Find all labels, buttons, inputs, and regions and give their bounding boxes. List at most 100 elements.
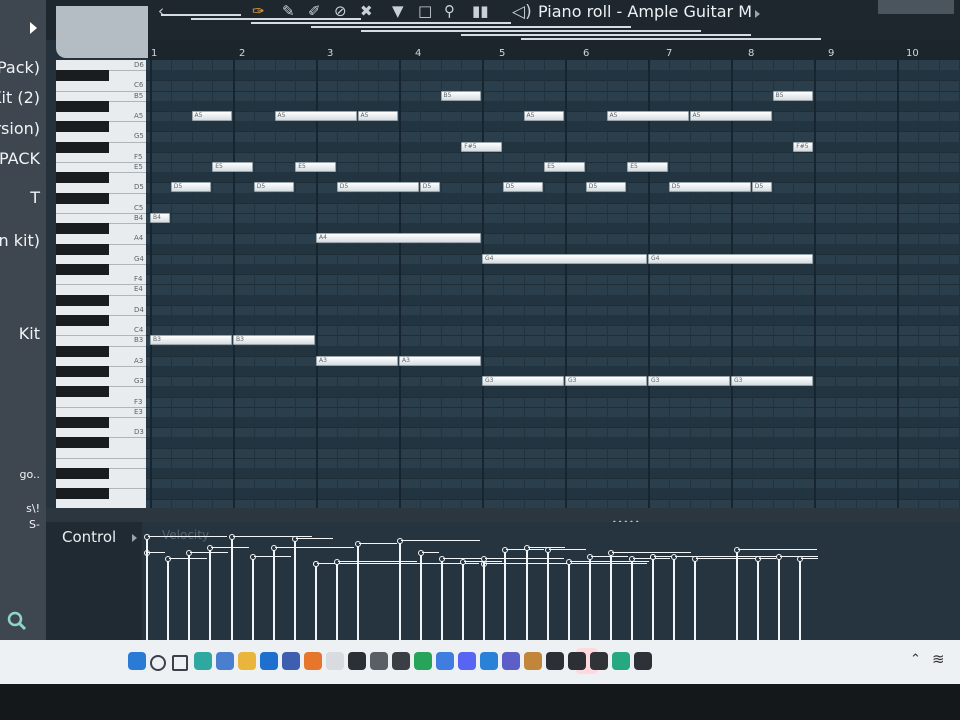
velocity-handle[interactable]: [755, 556, 762, 563]
media-player-icon[interactable]: [326, 652, 344, 670]
sidebar-item[interactable]: rsion): [0, 119, 40, 138]
velocity-handle[interactable]: [502, 547, 509, 554]
app-green-icon[interactable]: [612, 652, 630, 670]
sidebar-expand-arrow-icon[interactable]: [30, 22, 37, 34]
midi-note[interactable]: D5: [585, 182, 627, 193]
velocity-handle[interactable]: [334, 558, 341, 565]
midi-note[interactable]: D5: [668, 182, 751, 193]
firefox-icon[interactable]: [304, 652, 322, 670]
piano-keyboard[interactable]: D6 C6 B5 A5 G5 F5 E5 D5 C5 B4 A4 G4 F4 E4 D4 C4 B3 A3 G3 F3…: [56, 60, 146, 510]
velocity-handle[interactable]: [586, 554, 593, 561]
velocity-stem[interactable]: [165, 556, 207, 640]
b-app-icon[interactable]: [282, 652, 300, 670]
velocity-stem[interactable]: [607, 549, 691, 640]
midi-note[interactable]: A5: [523, 111, 564, 121]
sidebar-item[interactable]: n kit): [0, 231, 40, 250]
velocity-stem[interactable]: [502, 547, 544, 640]
google-drive-icon[interactable]: [414, 652, 432, 670]
velocity-stem[interactable]: [671, 554, 755, 640]
midi-note[interactable]: A5: [191, 111, 232, 121]
velocity-handle[interactable]: [313, 560, 319, 567]
midi-note[interactable]: G4: [648, 253, 813, 264]
file-explorer-icon[interactable]: [238, 652, 256, 670]
tool-corner-panel[interactable]: [56, 6, 148, 58]
wifi-icon[interactable]: ≋: [932, 650, 945, 668]
velocity-stem[interactable]: [355, 540, 397, 640]
midi-note[interactable]: E5: [212, 162, 253, 172]
midi-note[interactable]: B3: [233, 335, 315, 346]
sidebar-item[interactable]: Pack): [0, 58, 40, 77]
store-icon[interactable]: [216, 652, 234, 670]
velocity-handle[interactable]: [186, 549, 193, 556]
midi-note[interactable]: A5: [606, 111, 689, 121]
velocity-stem[interactable]: [692, 556, 776, 640]
sidebar-item[interactable]: go..: [19, 468, 40, 481]
velocity-handle[interactable]: [460, 558, 467, 565]
capcut-icon[interactable]: [392, 652, 410, 670]
zoom-icon[interactable]: [6, 610, 28, 632]
epic-games-icon[interactable]: [546, 652, 564, 670]
midi-note[interactable]: F#5: [461, 141, 502, 152]
sidebar-item[interactable]: Kit: [19, 324, 40, 343]
velocity-handle[interactable]: [776, 554, 783, 561]
midi-note[interactable]: D5: [170, 182, 212, 193]
velocity-stem[interactable]: [417, 549, 439, 640]
upload-icon[interactable]: [436, 652, 454, 670]
velocity-handle[interactable]: [144, 533, 151, 540]
velocity-handle[interactable]: [291, 536, 298, 543]
sidebar-item[interactable]: s\!: [26, 502, 40, 515]
midi-note[interactable]: G3: [482, 376, 564, 387]
velocity-stem[interactable]: [523, 545, 565, 640]
velocity-stem[interactable]: [586, 554, 629, 640]
velocity-handle[interactable]: [565, 558, 572, 565]
velocity-stem[interactable]: [797, 556, 818, 640]
velocity-handle[interactable]: [544, 547, 551, 554]
velocity-stem[interactable]: [755, 556, 776, 640]
velocity-handle[interactable]: [797, 556, 804, 563]
midi-note[interactable]: B4: [150, 213, 170, 223]
sidebar-item[interactable]: S-: [29, 518, 40, 531]
midi-note[interactable]: A4: [316, 233, 481, 244]
velocity-stem[interactable]: [334, 558, 418, 640]
chatgpt-icon[interactable]: [370, 652, 388, 670]
midi-note[interactable]: D5: [253, 182, 295, 193]
midi-note[interactable]: F#5: [793, 141, 813, 152]
midi-note[interactable]: E5: [544, 162, 585, 172]
task-view-icon[interactable]: [172, 655, 188, 671]
velocity-handle[interactable]: [439, 556, 445, 563]
midi-note[interactable]: G3: [731, 376, 813, 387]
search-icon[interactable]: [150, 655, 166, 671]
midi-note[interactable]: D5: [502, 182, 544, 193]
midi-note[interactable]: A5: [689, 111, 772, 121]
sidebar-item[interactable]: T: [30, 188, 40, 207]
outlook-icon[interactable]: [260, 652, 278, 670]
midi-note[interactable]: G3: [565, 376, 647, 387]
edge-icon[interactable]: [194, 652, 212, 670]
midi-note[interactable]: E5: [627, 162, 668, 172]
terminal-icon[interactable]: [568, 652, 586, 670]
midi-note[interactable]: A5: [274, 111, 357, 121]
velocity-stem[interactable]: [565, 558, 649, 640]
fl-studio-icon[interactable]: [524, 652, 542, 670]
panel-divider[interactable]: [46, 508, 960, 522]
velocity-stem[interactable]: [481, 556, 565, 640]
midi-note[interactable]: B5: [772, 90, 813, 101]
steam-icon[interactable]: [348, 652, 366, 670]
obs-icon[interactable]: [590, 652, 608, 670]
velocity-stem[interactable]: [270, 545, 354, 640]
velocity-stem[interactable]: [186, 549, 228, 640]
midi-note[interactable]: E5: [295, 162, 336, 172]
chevron-up-icon[interactable]: ⌃: [910, 652, 921, 667]
notion-icon[interactable]: [634, 652, 652, 670]
sidebar-item[interactable]: Kit (2): [0, 88, 40, 107]
midi-note[interactable]: G3: [648, 376, 730, 387]
discord-icon[interactable]: [458, 652, 476, 670]
velocity-stem[interactable]: [291, 536, 334, 640]
midi-note[interactable]: B3: [150, 335, 232, 346]
control-menu-caret-icon[interactable]: [132, 534, 137, 542]
midi-note[interactable]: A3: [316, 355, 398, 366]
velocity-stem[interactable]: [544, 547, 587, 640]
velocity-stem[interactable]: [396, 538, 480, 640]
velocity-stem[interactable]: [228, 533, 312, 640]
velocity-stem[interactable]: [249, 554, 292, 640]
